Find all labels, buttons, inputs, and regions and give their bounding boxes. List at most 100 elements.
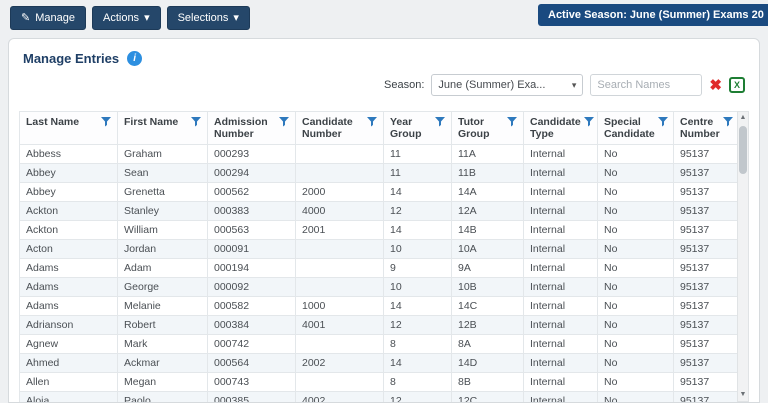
table-cell: Abbey bbox=[19, 182, 118, 202]
table-cell: 14C bbox=[451, 296, 524, 316]
table-cell: Jordan bbox=[117, 239, 208, 259]
excel-export-icon[interactable]: X bbox=[729, 77, 745, 93]
column-header-label: Centre Number bbox=[680, 116, 720, 140]
table-cell: 000091 bbox=[207, 239, 296, 259]
panel-header: Manage Entries i bbox=[9, 39, 759, 72]
table-cell: 000582 bbox=[207, 296, 296, 316]
column-header[interactable]: Admission Number bbox=[207, 111, 296, 145]
table-cell: 14 bbox=[383, 353, 452, 373]
column-header[interactable]: Centre Number bbox=[673, 111, 740, 145]
table-cell: Internal bbox=[523, 353, 598, 373]
column-header[interactable]: Candidate Number bbox=[295, 111, 384, 145]
table-row[interactable]: Abbey Sean 000294 11 11B Internal No 95137 bbox=[19, 163, 740, 183]
table-cell: Adams bbox=[19, 258, 118, 278]
filter-icon[interactable] bbox=[367, 117, 377, 127]
season-select-value: June (Summer) Exa... bbox=[438, 79, 546, 91]
table-row[interactable]: Abbey Grenetta 000562 2000 14 14A Internal No 95… bbox=[19, 182, 740, 202]
table-row[interactable]: Adams George 000092 10 10B Internal No 95137 bbox=[19, 277, 740, 297]
selections-button-label: Selections bbox=[177, 12, 229, 24]
search-input[interactable] bbox=[590, 74, 703, 96]
column-header[interactable]: Special Candidate bbox=[597, 111, 674, 145]
table-row[interactable]: Ackton Stanley 000383 4000 12 12A Internal No 95… bbox=[19, 201, 740, 221]
table-cell: 95137 bbox=[673, 144, 740, 164]
filter-icon[interactable] bbox=[101, 117, 111, 127]
table-cell: 95137 bbox=[673, 372, 740, 392]
table-cell: 4000 bbox=[295, 201, 384, 221]
table-cell: No bbox=[597, 144, 674, 164]
table-cell: 95137 bbox=[673, 182, 740, 202]
table-cell: No bbox=[597, 163, 674, 183]
table-cell: 8B bbox=[451, 372, 524, 392]
table-cell: No bbox=[597, 258, 674, 278]
table-cell: No bbox=[597, 239, 674, 259]
table-cell: Internal bbox=[523, 220, 598, 240]
filter-icon[interactable] bbox=[435, 117, 445, 127]
filter-icon[interactable] bbox=[723, 117, 733, 127]
scroll-down-icon[interactable]: ▼ bbox=[740, 389, 747, 401]
table-cell: 2002 bbox=[295, 353, 384, 373]
table-cell: 8 bbox=[383, 334, 452, 354]
table-row[interactable]: Adams Adam 000194 9 9A Internal No 95137 bbox=[19, 258, 740, 278]
table-row[interactable]: Adrianson Robert 000384 4001 12 12B Internal No… bbox=[19, 315, 740, 335]
table-cell: 9A bbox=[451, 258, 524, 278]
actions-button-label: Actions bbox=[102, 12, 140, 24]
scrollbar-thumb[interactable] bbox=[739, 126, 747, 174]
filter-icon[interactable] bbox=[657, 117, 668, 127]
table-cell: No bbox=[597, 201, 674, 221]
column-header[interactable]: Last Name bbox=[19, 111, 118, 145]
manage-button[interactable]: ✎ Manage bbox=[10, 6, 86, 30]
table-row[interactable]: Ackton William 000563 2001 14 14B Internal No 95… bbox=[19, 220, 740, 240]
table-row[interactable]: Abbess Graham 000293 11 11A Internal No 95137 bbox=[19, 144, 740, 164]
table-row[interactable]: Agnew Mark 000742 8 8A Internal No 95137 bbox=[19, 334, 740, 354]
actions-dropdown-button[interactable]: Actions ▾ bbox=[91, 6, 161, 30]
table-cell: 14A bbox=[451, 182, 524, 202]
table-row[interactable]: Aloia Paolo 000385 4002 12 12C Internal No 95137 bbox=[19, 391, 740, 402]
table-cell: 000742 bbox=[207, 334, 296, 354]
table-cell: Megan bbox=[117, 372, 208, 392]
table-cell: No bbox=[597, 277, 674, 297]
table-cell: Melanie bbox=[117, 296, 208, 316]
table-cell: Paolo bbox=[117, 391, 208, 402]
filter-icon[interactable] bbox=[279, 117, 289, 127]
table-cell: No bbox=[597, 315, 674, 335]
scroll-up-icon[interactable]: ▲ bbox=[740, 112, 747, 124]
column-header-label: Candidate Type bbox=[530, 116, 581, 140]
table-cell: 10B bbox=[451, 277, 524, 297]
topbar: ✎ Manage Actions ▾ Selections ▾ Active S… bbox=[0, 0, 768, 36]
column-header[interactable]: Candidate Type bbox=[523, 111, 598, 145]
table-cell: 95137 bbox=[673, 391, 740, 402]
table-cell: Ackton bbox=[19, 201, 118, 221]
filter-icon[interactable] bbox=[507, 117, 517, 127]
entries-table: Last Name First Name Admission Number Candi… bbox=[19, 111, 740, 402]
table-cell: 10 bbox=[383, 239, 452, 259]
table-cell bbox=[295, 163, 384, 183]
table-row[interactable]: Adams Melanie 000582 1000 14 14C Internal No 951… bbox=[19, 296, 740, 316]
column-header[interactable]: First Name bbox=[117, 111, 208, 145]
table-cell: 95137 bbox=[673, 353, 740, 373]
column-header-label: Tutor Group bbox=[458, 116, 490, 140]
table-cell: 14 bbox=[383, 220, 452, 240]
column-header[interactable]: Year Group bbox=[383, 111, 452, 145]
manage-entries-panel: Manage Entries i Season: June (Summer) E… bbox=[8, 38, 760, 403]
table-row[interactable]: Ahmed Ackmar 000564 2002 14 14D Internal No 9513… bbox=[19, 353, 740, 373]
season-select[interactable]: June (Summer) Exa... ▾ bbox=[431, 74, 584, 96]
filter-icon[interactable] bbox=[191, 117, 201, 127]
table-cell: 000564 bbox=[207, 353, 296, 373]
column-header[interactable]: Tutor Group bbox=[451, 111, 524, 145]
table-row[interactable]: Allen Megan 000743 8 8B Internal No 95137 bbox=[19, 372, 740, 392]
column-header-label: Admission Number bbox=[214, 116, 268, 140]
table-cell bbox=[295, 277, 384, 297]
table-cell: 12C bbox=[451, 391, 524, 402]
filter-icon[interactable] bbox=[583, 117, 594, 127]
table-cell: 000293 bbox=[207, 144, 296, 164]
table-cell: Agnew bbox=[19, 334, 118, 354]
selections-dropdown-button[interactable]: Selections ▾ bbox=[166, 6, 250, 30]
table-cell: 95137 bbox=[673, 277, 740, 297]
table-row[interactable]: Acton Jordan 000091 10 10A Internal No 95137 bbox=[19, 239, 740, 259]
info-icon[interactable]: i bbox=[127, 51, 143, 66]
table-cell: Mark bbox=[117, 334, 208, 354]
clear-search-icon[interactable]: ✖ bbox=[709, 78, 722, 93]
table-cell: 000384 bbox=[207, 315, 296, 335]
vertical-scrollbar[interactable]: ▲ ▼ bbox=[737, 111, 749, 402]
table-cell: 95137 bbox=[673, 163, 740, 183]
